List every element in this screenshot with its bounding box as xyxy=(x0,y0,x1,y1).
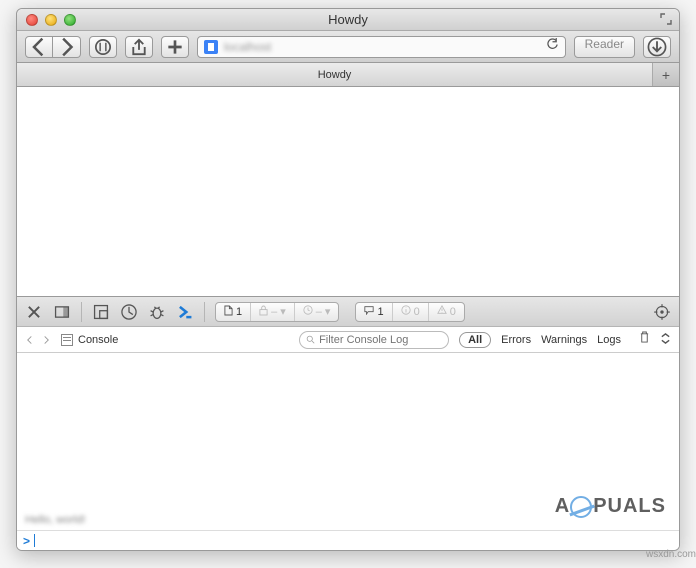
info-icon xyxy=(401,305,411,318)
devtools-toolbar: 1 – ▾ – ▾ 1 xyxy=(17,297,679,327)
console-filters: All Errors Warnings Logs xyxy=(459,332,621,348)
devtools-subbar: Console All Errors Warnings Logs xyxy=(17,327,679,353)
console-output: Hello, world! > xyxy=(17,353,679,550)
message-pills: 1 0 0 xyxy=(355,302,464,322)
resources-count: 1 xyxy=(236,306,242,318)
console-search-input[interactable] xyxy=(319,334,442,346)
lock-icon xyxy=(259,305,268,319)
tab-label: Howdy xyxy=(318,69,352,81)
filter-errors[interactable]: Errors xyxy=(501,334,531,346)
prompt-indicator-icon: > xyxy=(23,534,30,548)
tab-howdy[interactable]: Howdy xyxy=(17,63,653,86)
time-dash: – xyxy=(316,306,322,318)
info-pills: 1 – ▾ – ▾ xyxy=(215,302,339,322)
comment-icon xyxy=(364,305,374,318)
inspect-element-icon[interactable] xyxy=(653,303,671,321)
close-devtools-icon[interactable] xyxy=(25,303,43,321)
new-tab-button[interactable]: + xyxy=(653,63,679,86)
console-actions xyxy=(639,331,671,349)
timeline-tab-icon[interactable] xyxy=(120,303,138,321)
console-forward-icon[interactable] xyxy=(42,331,51,349)
titlebar: Howdy xyxy=(17,9,679,31)
console-icon xyxy=(61,334,73,346)
console-nav xyxy=(25,331,51,349)
info-count: 0 xyxy=(414,306,420,318)
console-tab-icon[interactable] xyxy=(176,303,194,321)
traffic-lights xyxy=(26,14,76,26)
reload-icon[interactable] xyxy=(546,38,559,56)
separator xyxy=(81,302,82,322)
add-button[interactable] xyxy=(161,36,189,58)
warnings-pill[interactable]: 0 xyxy=(429,303,464,321)
dock-side-icon[interactable] xyxy=(53,303,71,321)
nav-segment xyxy=(25,36,81,58)
page-content xyxy=(17,87,679,296)
source-attribution: wsxdn.com xyxy=(646,549,696,560)
fullscreen-icon[interactable] xyxy=(659,12,673,26)
address-bar[interactable]: localhost xyxy=(197,36,566,58)
reader-button[interactable]: Reader xyxy=(574,36,635,58)
search-icon xyxy=(306,331,315,349)
document-icon xyxy=(224,305,233,319)
separator xyxy=(204,302,205,322)
close-window-button[interactable] xyxy=(26,14,38,26)
info-pill[interactable]: 0 xyxy=(393,303,429,321)
resources-pill[interactable]: 1 xyxy=(216,303,251,321)
tab-bar: Howdy + xyxy=(17,63,679,87)
time-pill[interactable]: – ▾ xyxy=(295,303,339,321)
filter-all[interactable]: All xyxy=(459,332,491,348)
minimize-window-button[interactable] xyxy=(45,14,57,26)
warnings-count: 0 xyxy=(450,306,456,318)
console-line: Hello, world! xyxy=(25,514,86,526)
browser-toolbar: localhost Reader xyxy=(17,31,679,63)
size-pill[interactable]: – ▾ xyxy=(251,303,295,321)
chevron-down-icon: ▾ xyxy=(280,305,286,318)
caret xyxy=(34,534,35,547)
breadcrumb[interactable]: Console xyxy=(61,334,118,346)
expand-console-icon[interactable] xyxy=(660,331,671,349)
console-prompt[interactable]: > xyxy=(17,530,679,550)
watermark: A PUALS xyxy=(555,495,666,518)
chevron-down-icon: ▾ xyxy=(325,305,331,318)
back-button[interactable] xyxy=(25,36,53,58)
breadcrumb-label: Console xyxy=(78,334,118,346)
filter-logs[interactable]: Logs xyxy=(597,334,621,346)
watermark-logo-icon xyxy=(570,496,592,518)
share-button[interactable] xyxy=(125,36,153,58)
forward-button[interactable] xyxy=(53,36,81,58)
downloads-button[interactable] xyxy=(643,36,671,58)
browser-window: Howdy localhost Reader Howdy + xyxy=(16,8,680,551)
console-back-icon[interactable] xyxy=(25,331,34,349)
favicon-icon xyxy=(204,40,218,54)
clear-console-icon[interactable] xyxy=(639,331,650,349)
messages-pill[interactable]: 1 xyxy=(356,303,392,321)
window-title: Howdy xyxy=(17,12,679,27)
console-search[interactable] xyxy=(299,331,449,349)
messages-count: 1 xyxy=(377,306,383,318)
bookmarks-button[interactable] xyxy=(89,36,117,58)
filter-warnings[interactable]: Warnings xyxy=(541,334,587,346)
debugger-tab-icon[interactable] xyxy=(148,303,166,321)
size-dash: – xyxy=(271,306,277,318)
zoom-window-button[interactable] xyxy=(64,14,76,26)
resources-tab-icon[interactable] xyxy=(92,303,110,321)
clock-icon xyxy=(303,305,313,318)
warning-icon xyxy=(437,305,447,318)
url-text: localhost xyxy=(224,40,540,54)
